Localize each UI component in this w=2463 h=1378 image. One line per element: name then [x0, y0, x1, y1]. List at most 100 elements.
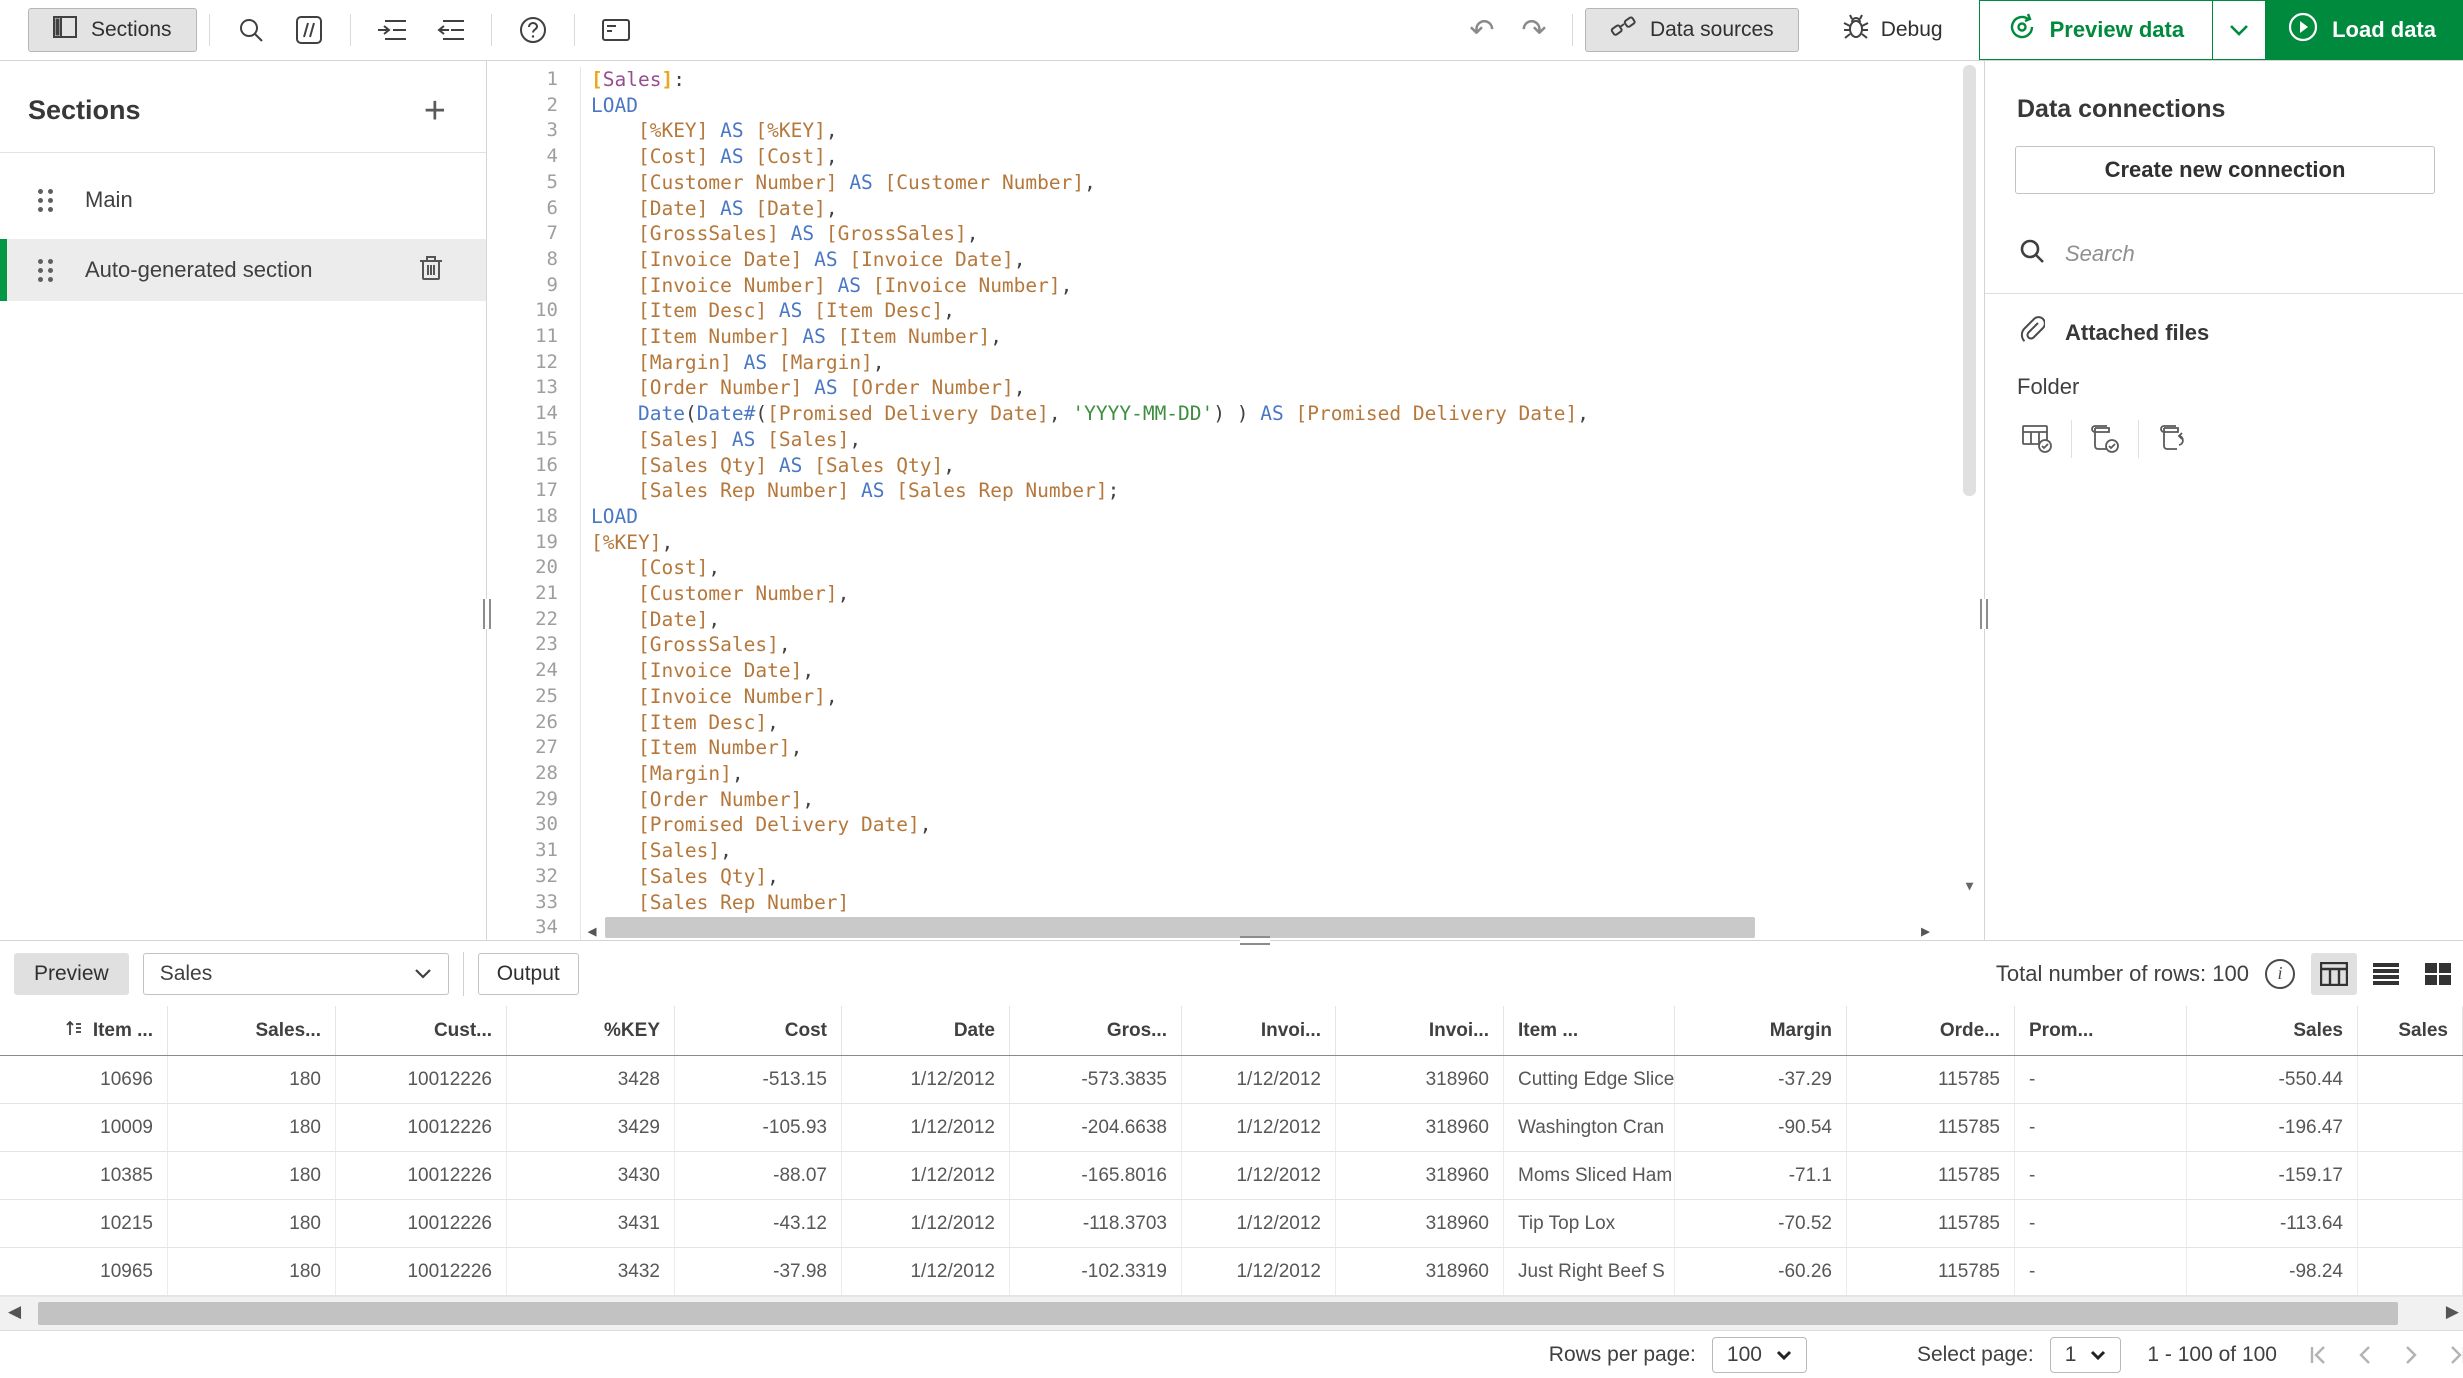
table-cell	[2358, 1200, 2463, 1247]
grid-view-icon[interactable]	[2415, 953, 2461, 995]
folder-connection-actions	[2015, 418, 2463, 460]
code-line: 23 [GrossSales],	[487, 632, 1984, 659]
indent-icon[interactable]	[363, 8, 421, 52]
panel-resize-handle[interactable]	[1980, 599, 1988, 629]
line-number: 13	[487, 375, 581, 402]
column-header-label: Orde...	[1939, 1019, 2000, 1041]
column-header-label: Sales...	[255, 1019, 322, 1041]
undo-icon[interactable]: ↶	[1456, 13, 1508, 48]
debug-label: Debug	[1880, 18, 1943, 41]
search-icon[interactable]	[222, 8, 280, 52]
load-data-button[interactable]: Load data	[2265, 0, 2463, 60]
column-header[interactable]: Gros...	[1010, 1006, 1182, 1055]
sections-toggle-button[interactable]: Sections	[28, 8, 197, 52]
help-icon[interactable]	[504, 8, 562, 52]
table-horizontal-scrollbar[interactable]: ◀ ▶	[0, 1296, 2463, 1330]
scroll-right-icon[interactable]: ▶	[1921, 919, 1930, 940]
column-header-label: Cust...	[433, 1019, 492, 1041]
add-section-button[interactable]: +	[424, 92, 446, 130]
edit-script-icon[interactable]	[2082, 424, 2128, 454]
table-cell: 10385	[0, 1152, 168, 1199]
line-number: 5	[487, 169, 581, 196]
scroll-left-icon[interactable]: ◀	[8, 1302, 21, 1322]
table-cell: -90.54	[1675, 1104, 1847, 1151]
select-page-select[interactable]: 1	[2049, 1336, 2122, 1373]
next-page-icon[interactable]	[2399, 1343, 2423, 1367]
info-icon[interactable]: i	[2265, 958, 2295, 989]
toolbar-right-group: ↶ ↷ Data sources Debug Preview data Load…	[1456, 0, 2463, 60]
redo-icon[interactable]: ↷	[1508, 13, 1560, 48]
preview-button[interactable]: Preview	[14, 952, 129, 995]
toolbar-divider	[573, 14, 575, 46]
column-header[interactable]: Orde...	[1847, 1006, 2015, 1055]
preview-resize-handle[interactable]	[1240, 936, 1270, 945]
table-header-row: Item ... Sales... Cust... %KEY Cost Date Gros.…	[0, 1006, 2463, 1056]
column-header[interactable]: Prom...	[2015, 1006, 2187, 1055]
connection-search-input[interactable]	[2065, 240, 2365, 267]
line-number: 28	[487, 760, 581, 787]
scroll-down-icon[interactable]: ▼	[1963, 879, 1976, 894]
table-cell: Just Right Beef S	[1504, 1248, 1675, 1295]
data-connections-panel: Data connections Create new connection A…	[1985, 61, 2463, 940]
delete-section-icon[interactable]	[418, 253, 444, 287]
select-data-icon[interactable]	[2015, 424, 2061, 454]
output-button[interactable]: Output	[477, 952, 579, 995]
pagination-nav	[2307, 1343, 2463, 1367]
column-header[interactable]: Date	[842, 1006, 1010, 1055]
table-cell: Washington Cran	[1504, 1104, 1675, 1151]
line-number: 9	[487, 272, 581, 299]
editor-horizontal-scrollbar[interactable]: ◀ ▶	[581, 916, 1984, 940]
attached-files-item[interactable]: Attached files	[2015, 316, 2463, 350]
list-view-icon[interactable]	[2363, 953, 2409, 995]
column-header[interactable]: Cost	[675, 1006, 842, 1055]
column-header[interactable]: Invoi...	[1182, 1006, 1336, 1055]
prev-page-icon[interactable]	[2353, 1343, 2377, 1367]
line-number: 27	[487, 735, 581, 761]
table-select[interactable]: Sales	[142, 952, 449, 995]
load-options-chevron[interactable]	[2213, 0, 2266, 60]
drag-handle-icon[interactable]	[38, 258, 53, 282]
table-cell: 318960	[1336, 1248, 1504, 1295]
editor-hscroll-thumb[interactable]	[605, 917, 1755, 939]
table-cell: 180	[168, 1152, 336, 1199]
column-header[interactable]: Item ...	[0, 1006, 168, 1055]
insert-script-icon[interactable]	[2149, 424, 2195, 454]
panel-divider	[1985, 293, 2463, 294]
rows-per-page-select[interactable]: 100	[1711, 1336, 1807, 1373]
code-line: 2 LOAD	[487, 92, 1984, 119]
comment-icon[interactable]	[280, 8, 338, 52]
column-header[interactable]: Sales	[2187, 1006, 2358, 1055]
table-view-icon[interactable]	[2311, 952, 2357, 995]
data-sources-button[interactable]: Data sources	[1584, 8, 1799, 52]
sidebar-title: Sections	[28, 95, 141, 125]
scroll-right-icon[interactable]: ▶	[2446, 1302, 2459, 1322]
table-cell: 3428	[507, 1056, 675, 1103]
first-page-icon[interactable]	[2307, 1343, 2331, 1367]
script-editor[interactable]: 1 [Sales]: 2 LOAD 3 [%KEY] AS [%KEY], 4 [Cost…	[487, 61, 1985, 940]
editor-vscroll-thumb[interactable]	[1963, 65, 1976, 497]
table-hscroll-thumb[interactable]	[38, 1302, 2398, 1325]
section-item[interactable]: Auto-generated section	[0, 239, 486, 301]
column-header[interactable]: Sales...	[168, 1006, 336, 1055]
table-cell: 115785	[1847, 1248, 2015, 1295]
chevron-down-icon	[2091, 1350, 2106, 1360]
table-cell: 180	[168, 1248, 336, 1295]
last-page-icon[interactable]	[2445, 1343, 2463, 1367]
scroll-left-icon[interactable]: ◀	[581, 919, 603, 940]
column-header[interactable]: Margin	[1675, 1006, 1847, 1055]
create-new-connection-button[interactable]: Create new connection	[2015, 146, 2435, 194]
outdent-icon[interactable]	[421, 8, 479, 52]
column-header[interactable]: Item ...	[1504, 1006, 1675, 1055]
editor-vertical-scrollbar[interactable]: ▼	[1963, 65, 1976, 894]
column-header[interactable]: Cust...	[336, 1006, 507, 1055]
column-header[interactable]: Invoi...	[1336, 1006, 1504, 1055]
section-item[interactable]: Main	[0, 169, 486, 231]
sidebar-resize-handle[interactable]	[483, 599, 491, 629]
column-header[interactable]: %KEY	[507, 1006, 675, 1055]
preview-data-button[interactable]: Preview data	[1978, 0, 2214, 60]
column-header[interactable]: Sales	[2358, 1006, 2463, 1055]
debug-button[interactable]: Debug	[1817, 13, 1969, 47]
syntax-helper-icon[interactable]	[587, 8, 645, 52]
table-cell: -43.12	[675, 1200, 842, 1247]
drag-handle-icon[interactable]	[38, 188, 53, 212]
